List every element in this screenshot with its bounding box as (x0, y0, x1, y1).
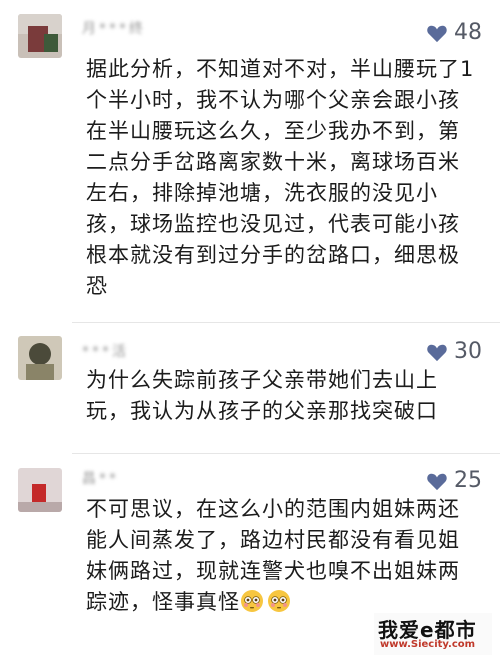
avatar[interactable] (18, 14, 62, 58)
avatar-image (18, 468, 62, 512)
avatar-image (18, 336, 62, 380)
flushed-face-emoji-icon (268, 590, 290, 612)
heart-icon (427, 473, 447, 491)
like-count: 48 (454, 20, 482, 45)
username[interactable]: ***活 (82, 341, 172, 360)
avatar[interactable] (18, 468, 62, 512)
comment-text: 据此分析，不知道对不对，半山腰玩了1个半小时，我不认为哪个父亲会跟小孩在半山腰玩… (86, 57, 475, 298)
comment-text: 为什么失踪前孩子父亲带她们去山上玩，我认为从孩子的父亲那找突破口 (86, 368, 438, 423)
site-watermark: 我爱e都市 www.Siecity.com (374, 613, 492, 655)
comment-item: ***活 30 为什么失踪前孩子父亲带她们去山上玩，我认为从孩子的父亲那找突破口 (0, 323, 500, 463)
like-count: 30 (454, 339, 482, 364)
watermark-url: www.Siecity.com (380, 639, 476, 650)
like-button[interactable]: 30 (426, 341, 482, 363)
flushed-face-emoji-icon (241, 590, 263, 612)
avatar[interactable] (18, 336, 62, 380)
like-count: 25 (454, 468, 482, 493)
username[interactable]: 昌** (82, 468, 172, 487)
avatar-image (18, 14, 62, 58)
heart-icon (427, 344, 447, 362)
comment-item: 月***终 48 据此分析，不知道对不对，半山腰玩了1个半小时，我不认为哪个父亲… (0, 0, 500, 320)
like-button[interactable]: 25 (426, 470, 482, 492)
username[interactable]: 月***终 (82, 18, 172, 37)
comment-text: 不可思议，在这么小的范围内姐妹两还能人间蒸发了，路边村民都没有看见姐妹俩路过，现… (86, 494, 478, 618)
like-button[interactable]: 48 (426, 22, 482, 44)
heart-icon (427, 25, 447, 43)
